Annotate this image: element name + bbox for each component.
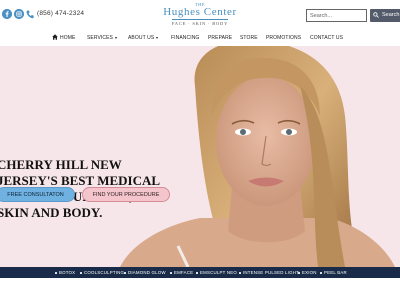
nav-item-store[interactable]: STORE — [240, 35, 258, 41]
treatment-link-emsculpt-neo[interactable]: EMSCULPT NEO — [200, 270, 237, 275]
bullet-icon — [124, 272, 126, 274]
nav-item-label: FINANCING — [171, 35, 200, 41]
instagram-icon[interactable] — [14, 9, 24, 19]
treatment-link-emface[interactable]: EMFACE — [174, 270, 193, 275]
nav-item-label: CONTACT US — [310, 35, 344, 41]
nav-item-contact-us[interactable]: CONTACT US — [310, 35, 343, 41]
top-bar: (856) 474-2324 THE Hughes Center FACE · … — [0, 0, 400, 30]
phone-icon — [26, 10, 34, 19]
nav-item-label: HOME — [60, 35, 76, 41]
logo-divider — [172, 19, 228, 20]
treatment-link-peel-bar[interactable]: PEEL BAR — [324, 270, 347, 275]
nav-item-label: STORE — [240, 35, 258, 41]
treatment-link-diamond-glow[interactable]: DIAMOND GLOW — [128, 270, 166, 275]
treatment-link-botox[interactable]: BOTOX — [59, 270, 75, 275]
bullet-icon — [55, 272, 57, 274]
nav-item-about-us[interactable]: ABOUT US — [128, 35, 159, 41]
treatment-link-exion[interactable]: EXION — [302, 270, 317, 275]
logo-name: Hughes Center — [163, 6, 237, 18]
nav-item-label: PREPARE — [208, 35, 233, 41]
nav-item-label: PROMOTIONS — [266, 35, 302, 41]
logo[interactable]: THE Hughes Center FACE · SKIN · BODY — [150, 2, 250, 28]
nav-item-label: ABOUT US — [128, 35, 155, 41]
find-procedure-button[interactable]: FIND YOUR PROCEDURE — [82, 187, 170, 202]
treatment-link-intense-pulsed-light[interactable]: INTENSE PULSED LIGHT — [243, 270, 299, 275]
treatment-link-coolsculpting[interactable]: COOLSCULPTING — [84, 270, 124, 275]
bullet-icon — [298, 272, 300, 274]
home-icon — [52, 34, 58, 40]
search-button-label: Search — [382, 12, 400, 18]
hero-headline-line: SKIN AND BODY. — [0, 205, 103, 220]
hero-banner: CHERRY HILL NEW JERSEY'S BEST MEDICAL SP… — [0, 46, 400, 267]
search-input[interactable] — [306, 9, 367, 22]
nav-item-home[interactable]: HOME — [52, 34, 76, 41]
search-button[interactable]: Search — [370, 9, 400, 22]
treatments-bar: BOTOX COOLSCULPTING DIAMOND GLOW EMFACE … — [0, 267, 400, 278]
bullet-icon — [196, 272, 198, 274]
chevron-down-icon — [115, 36, 117, 39]
nav-item-promotions[interactable]: PROMOTIONS — [266, 35, 301, 41]
facebook-icon[interactable] — [2, 9, 12, 19]
search-icon — [373, 12, 379, 18]
nav-item-services[interactable]: SERVICES — [87, 35, 117, 41]
nav-item-label: SERVICES — [87, 35, 113, 41]
bullet-icon — [239, 272, 241, 274]
free-consultation-button[interactable]: FREE CONSULTATON — [0, 187, 75, 202]
main-nav: HOME SERVICES ABOUT US FINANCING PREPARE… — [0, 30, 400, 46]
bullet-icon — [170, 272, 172, 274]
nav-item-prepare[interactable]: PREPARE — [208, 35, 232, 41]
nav-item-financing[interactable]: FINANCING — [171, 35, 199, 41]
footer-strip — [0, 278, 400, 284]
bullet-icon — [320, 272, 322, 274]
chevron-down-icon — [156, 36, 159, 39]
logo-tagline: FACE · SKIN · BODY — [171, 21, 229, 26]
hero-headline-line: CHERRY HILL NEW — [0, 157, 122, 172]
bullet-icon — [80, 272, 82, 274]
phone-number[interactable]: (856) 474-2324 — [37, 10, 84, 17]
